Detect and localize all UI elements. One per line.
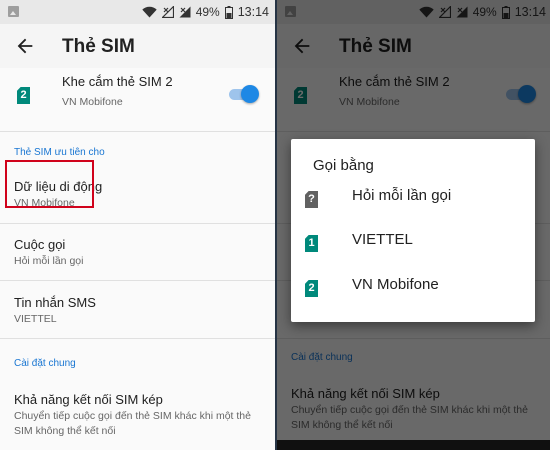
- sim1-badge-icon: 1: [305, 235, 318, 252]
- arrow-back-icon[interactable]: [14, 35, 36, 57]
- dual-sim-title: Khả năng kết nối SIM kép: [14, 392, 163, 407]
- sms-title: Tin nhắn SMS: [14, 295, 96, 310]
- divider: [0, 338, 275, 339]
- dialog-title: Gọi bằng: [313, 157, 374, 174]
- sim-settings-screen: 49% 13:14 Thẻ SIM 2 Khe cắm thẻ SIM 2 VN…: [0, 0, 275, 450]
- sim2-badge-icon: 2: [305, 280, 318, 297]
- dual-sim-row[interactable]: Khả năng kết nối SIM kép Chuyển tiếp cuộ…: [0, 380, 275, 440]
- navigation-bar: [277, 440, 550, 450]
- dual-sim-subtitle-line1: Chuyển tiếp cuộc gọi đến thẻ SIM khác kh…: [14, 410, 251, 422]
- dialog-option-label: VN Mobifone: [352, 276, 439, 293]
- sim2-slot-row[interactable]: 2 Khe cắm thẻ SIM 2 VN Mobifone: [0, 68, 275, 120]
- battery-percent: 49%: [195, 5, 220, 19]
- dialog-option-vn-mobifone[interactable]: 2 VN Mobifone: [291, 266, 535, 308]
- sim2-badge-icon: 2: [17, 87, 30, 104]
- dialog-option-viettel[interactable]: 1 VIETTEL: [291, 221, 535, 263]
- sim2-toggle[interactable]: [229, 84, 259, 104]
- question-sim-icon: ?: [305, 191, 318, 208]
- calls-row[interactable]: Cuộc gọi Hỏi mỗi lần gọi: [0, 224, 275, 280]
- dialog-option-label: VIETTEL: [352, 231, 413, 248]
- calls-highlight-box: [5, 160, 94, 208]
- calls-subtitle: Hỏi mỗi lần gọi: [14, 255, 84, 267]
- page-title: Thẻ SIM: [62, 36, 135, 57]
- gallery-icon: [8, 6, 19, 17]
- signal-strength-icon: [179, 6, 191, 18]
- dual-sim-subtitle-line2: SIM không thể kết nối: [14, 425, 116, 437]
- sim2-slot-title: Khe cắm thẻ SIM 2: [62, 74, 173, 89]
- sim-settings-screen-with-dialog: 49% 13:14 Thẻ SIM 2 Khe cắm thẻ SIM 2 VN…: [277, 0, 550, 450]
- battery-icon: [224, 5, 233, 19]
- sms-row[interactable]: Tin nhắn SMS VIETTEL: [0, 281, 275, 335]
- general-section-header: Cài đặt chung: [14, 358, 76, 369]
- wifi-icon: [141, 6, 157, 18]
- divider: [0, 131, 275, 132]
- signal-no-service-icon: [161, 6, 174, 18]
- preferred-section-header: Thẻ SIM ưu tiên cho: [14, 147, 105, 158]
- settings-list: 2 Khe cắm thẻ SIM 2 VN Mobifone Thẻ SIM …: [0, 68, 275, 450]
- dialog-option-label: Hỏi mỗi lần gọi: [352, 187, 452, 204]
- sms-subtitle: VIETTEL: [14, 313, 57, 325]
- call-with-dialog: Gọi bằng ? Hỏi mỗi lần gọi 1 VIETTEL 2 V…: [291, 139, 535, 322]
- app-bar: Thẻ SIM: [0, 24, 275, 68]
- calls-title: Cuộc gọi: [14, 237, 66, 252]
- clock: 13:14: [237, 5, 269, 19]
- sim2-slot-subtitle: VN Mobifone: [62, 96, 123, 108]
- dialog-option-ask-every-time[interactable]: ? Hỏi mỗi lần gọi: [291, 177, 535, 219]
- status-bar: 49% 13:14: [0, 0, 275, 24]
